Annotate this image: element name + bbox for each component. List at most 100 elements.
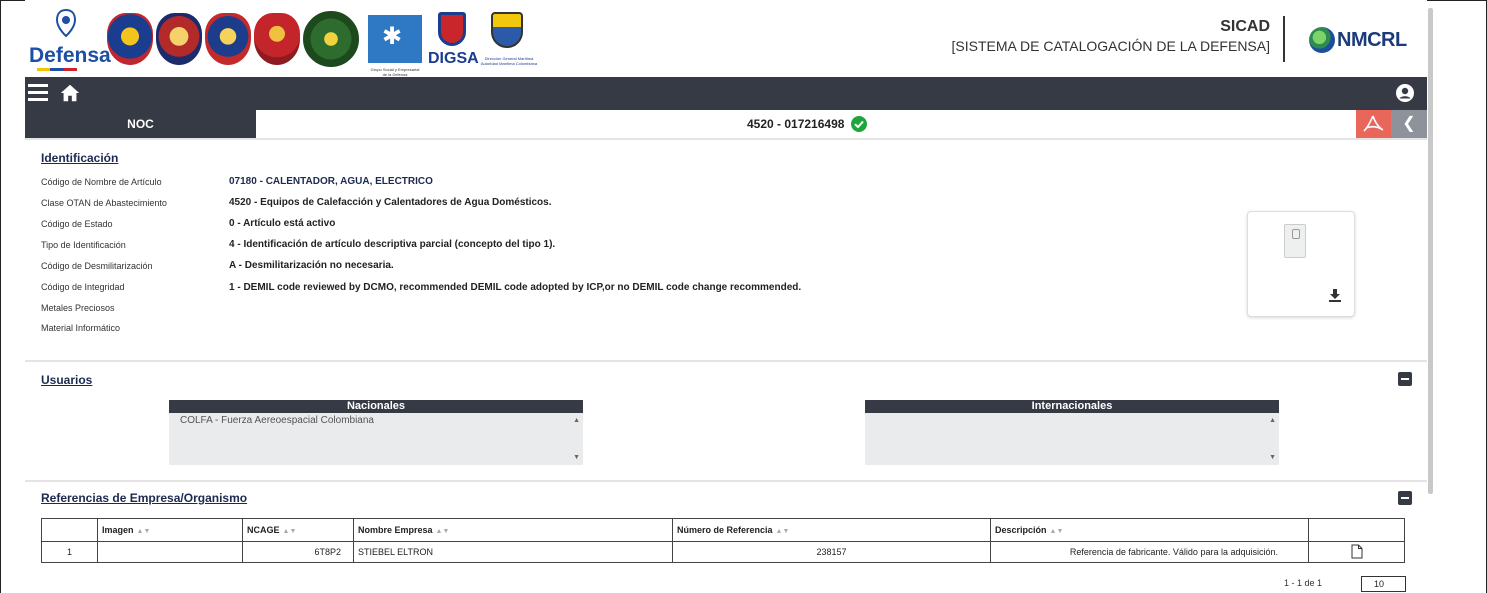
field-value: 0 - Artículo está activo	[229, 218, 336, 229]
page-scrollbar[interactable]	[1428, 8, 1433, 494]
field-value: 07180 - CALENTADOR, AGUA, ELECTRICO	[229, 176, 433, 187]
col-ncage-label: NCAGE	[247, 525, 280, 535]
sort-icon[interactable]: ▲▼	[1050, 528, 1064, 535]
field-value: 1 - DEMIL code reviewed by DCMO, recomme…	[229, 282, 802, 293]
download-icon[interactable]	[1328, 288, 1342, 302]
pdf-icon	[1363, 115, 1384, 132]
cell-imagen	[97, 541, 243, 563]
defensa-logo: Defensa	[25, 6, 111, 72]
sort-icon[interactable]: ▲▼	[776, 528, 790, 535]
referencias-title: Referencias de Empresa/Organismo	[41, 491, 248, 505]
digsa-logo-text: DIGSA	[428, 50, 479, 67]
hamburger-menu-icon[interactable]	[28, 84, 48, 102]
col-descripcion[interactable]: Descripción ▲▼	[990, 518, 1309, 542]
app-subtitle: [SISTEMA DE CATALOGACIÓN DE LA DEFENSA]	[951, 38, 1270, 54]
nmcrl-logo-text: NMCRL	[1337, 28, 1407, 51]
scroll-down-icon[interactable]: ▼	[1269, 454, 1276, 461]
col-descripcion-label: Descripción	[995, 525, 1047, 535]
air-force-crest-icon	[254, 13, 300, 65]
noc-value: 4520 - 017216498	[747, 117, 845, 131]
page-size-select[interactable]: 10 ▲▼	[1361, 576, 1406, 592]
col-imagen[interactable]: Imagen ▲▼	[97, 518, 243, 542]
internacionales-list[interactable]: ▲ ▼	[865, 413, 1279, 465]
cell-index: 1	[41, 541, 98, 563]
scroll-down-icon[interactable]: ▼	[573, 454, 580, 461]
field-value: 4520 - Equipos de Calefacción y Calentad…	[229, 197, 552, 208]
noc-bar: NOC 4520 - 017216498 ❮	[25, 110, 1427, 138]
internacionales-listbox[interactable]: Internacionales ▲ ▼	[865, 400, 1279, 465]
field-value: A - Desmilitarización no necesaria.	[229, 260, 394, 271]
col-index	[41, 518, 98, 542]
field-label: Código de Integridad	[41, 282, 125, 292]
col-nombre-empresa[interactable]: Nombre Empresa ▲▼	[353, 518, 673, 542]
cell-referencia: 238157	[672, 541, 991, 563]
col-numero-referencia[interactable]: Número de Referencia ▲▼	[672, 518, 991, 542]
dimar-shield-icon	[491, 12, 523, 48]
col-ncage[interactable]: NCAGE ▲▼	[242, 518, 354, 542]
water-heater-image	[1284, 224, 1306, 258]
police-seal-icon	[303, 11, 359, 67]
cell-ncage: 6T8P2	[242, 541, 354, 563]
home-icon[interactable]	[59, 82, 81, 104]
app-title-block: SICAD [SISTEMA DE CATALOGACIÓN DE LA DEF…	[952, 18, 1270, 54]
pagination-text: 1 - 1 de 1	[1284, 578, 1323, 588]
header-separator	[1283, 16, 1285, 62]
usuarios-title: Usuarios	[41, 373, 93, 387]
field-label: Clase OTAN de Abastecimiento	[41, 198, 167, 208]
gsed-logo: ✱ Grupo Social y Empresarial de la Defen…	[368, 15, 422, 77]
field-label: Material Informático	[41, 323, 121, 333]
list-item[interactable]: COLFA - Fuerza Aereoespacial Colombiana	[180, 415, 374, 426]
col-imagen-label: Imagen	[102, 525, 134, 535]
app-title: SICAD	[1220, 18, 1270, 35]
scroll-up-icon[interactable]: ▲	[1269, 417, 1276, 424]
divider	[25, 138, 1427, 140]
header: Defensa ✱ Grupo Social y Empresarial de …	[25, 0, 1427, 77]
nmcrl-logo[interactable]: NMCRL	[1309, 27, 1407, 53]
navy-anchor-crest-icon	[205, 13, 251, 65]
pdf-export-button[interactable]	[1356, 110, 1391, 138]
item-name-code-link[interactable]: 07180 - CALENTADOR, AGUA, ELECTRICO	[229, 176, 433, 187]
dimar-logo-text: Dirección General Marítima Autoridad Mar…	[480, 56, 538, 66]
gsed-star-icon: ✱	[382, 23, 403, 50]
nacionales-list[interactable]: COLFA - Fuerza Aereoespacial Colombiana …	[169, 413, 583, 465]
sort-icon[interactable]: ▲▼	[283, 528, 297, 535]
collapse-panel-button[interactable]: ❮	[1391, 110, 1427, 138]
navy-school-crest-icon	[156, 13, 202, 65]
references-table: Imagen ▲▼ NCAGE ▲▼ Nombre Empresa ▲▼ Número…	[41, 518, 1405, 563]
scroll-up-icon[interactable]: ▲	[573, 417, 580, 424]
internacionales-header: Internacionales	[865, 400, 1279, 413]
dimar-logo: Dirección General Marítima Autoridad Mar…	[479, 10, 539, 68]
digsa-shield-icon	[438, 12, 466, 46]
divider	[25, 480, 1427, 482]
col-numero-referencia-label: Número de Referencia	[677, 525, 773, 535]
globe-icon	[1309, 27, 1335, 53]
top-navbar	[25, 77, 1427, 110]
noc-value-block: 4520 - 017216498	[747, 110, 868, 138]
colombia-crest-icon	[55, 8, 77, 38]
field-value: 4 - Identificación de artículo descripti…	[229, 239, 556, 250]
army-crest-icon	[107, 13, 153, 65]
document-icon[interactable]	[1351, 544, 1363, 559]
identificacion-title: Identificación	[41, 151, 119, 165]
gsed-logo-text: Grupo Social y Empresarial de la Defensa	[370, 67, 420, 77]
chevron-left-icon: ❮	[1402, 115, 1416, 132]
collapse-referencias-icon[interactable]	[1398, 491, 1412, 505]
col-actions	[1308, 518, 1405, 542]
defensa-logo-text: Defensa	[29, 44, 111, 67]
digsa-logo: DIGSA	[428, 10, 479, 68]
sort-icon[interactable]: ▲▼	[137, 528, 151, 535]
table-header-row: Imagen ▲▼ NCAGE ▲▼ Nombre Empresa ▲▼ Número…	[41, 518, 1405, 542]
field-label: Código de Nombre de Artículo	[41, 177, 162, 187]
cell-actions	[1308, 541, 1405, 563]
cell-empresa: STIEBEL ELTRON	[353, 541, 673, 563]
sort-icon[interactable]: ▲▼	[436, 528, 450, 535]
nacionales-listbox[interactable]: Nacionales COLFA - Fuerza Aereoespacial …	[169, 400, 583, 465]
table-row[interactable]: 1 6T8P2 STIEBEL ELTRON 238157 Referencia…	[41, 541, 1405, 563]
user-account-icon[interactable]	[1395, 83, 1415, 103]
noc-label: NOC	[25, 110, 256, 138]
page-content: Defensa ✱ Grupo Social y Empresarial de …	[25, 0, 1427, 593]
collapse-usuarios-icon[interactable]	[1398, 372, 1412, 386]
page-size-value: 10	[1374, 579, 1385, 589]
field-label: Tipo de Identificación	[41, 240, 126, 250]
item-image-thumbnail[interactable]	[1247, 211, 1355, 317]
